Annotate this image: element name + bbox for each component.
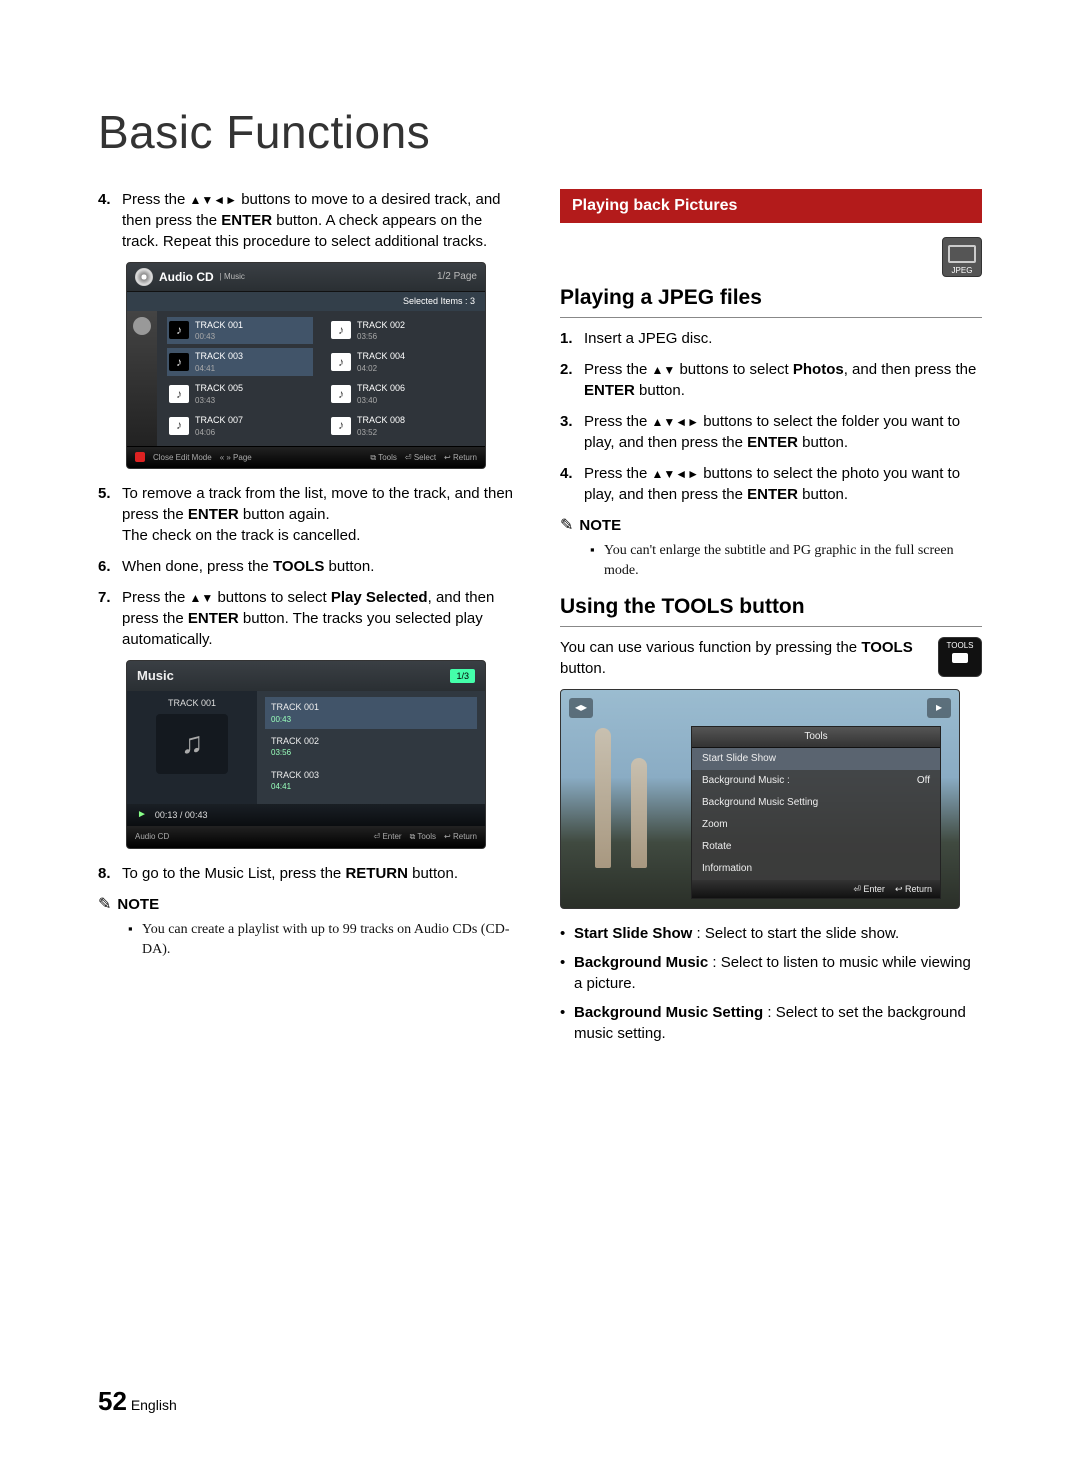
page-title: Basic Functions (98, 105, 982, 159)
ss2-tools: ⧉ Tools (410, 831, 436, 842)
r-step4: Press the ▲▼◄► buttons to select the pho… (584, 463, 982, 505)
ss1-tools: ⧉ Tools (370, 452, 396, 463)
step-number: 7. (98, 587, 122, 650)
minaret-graphic (595, 728, 611, 868)
music-note-icon: ♪ (331, 321, 351, 339)
r-step2: Press the ▲▼ buttons to select Photos, a… (584, 359, 982, 401)
ss1-selected-count: Selected Items : 3 (127, 292, 485, 311)
ss1-page: 1/2 Page (437, 270, 477, 284)
note-label: NOTE (579, 515, 621, 536)
bullet-slide-show: Start Slide Show : Select to start the s… (574, 923, 982, 944)
red-c-icon (135, 452, 145, 462)
tools-intro-text: You can use various function by pressing… (560, 637, 930, 679)
note-icon: ✎ (98, 894, 111, 916)
step-5-text: To remove a track from the list, move to… (122, 483, 520, 546)
playlist-item: TRACK 00304:41 (265, 765, 477, 797)
tools-menu-screenshot: ◂▸ ▸ Tools Start Slide ShowBackground Mu… (560, 689, 960, 909)
music-note-icon: ♪ (169, 353, 189, 371)
tools-menu-item: Background Music Setting (692, 792, 940, 814)
note-text: You can create a playlist with up to 99 … (142, 920, 520, 959)
note-text: You can't enlarge the subtitle and PG gr… (604, 541, 982, 580)
track-item: ♪TRACK 00603:40 (329, 380, 475, 408)
step-number: 6. (98, 556, 122, 577)
music-note-icon: ♪ (331, 385, 351, 403)
step-6-text: When done, press the TOOLS button. (122, 556, 520, 577)
tools-menu-item: Rotate (692, 836, 940, 858)
note-label: NOTE (117, 894, 159, 915)
ss1-return: ↩ Return (444, 452, 477, 463)
heading-jpeg: Playing a JPEG files (560, 283, 982, 317)
step-number: 4. (98, 189, 122, 252)
tools-panel-title: Tools (692, 727, 940, 748)
ss2-return: ↩ Return (444, 831, 477, 842)
tools-menu-item: Information (692, 858, 940, 880)
step-4-text: Press the ▲▼◄► buttons to move to a desi… (122, 189, 520, 252)
track-item: ♪TRACK 00503:43 (167, 380, 313, 408)
ss1-page-nav: « » Page (220, 452, 252, 463)
artist-icon (133, 317, 151, 335)
bullet-bg-music: Background Music : Select to listen to m… (574, 952, 982, 994)
ss2-now-playing: TRACK 001 (168, 697, 216, 710)
playlist-item: TRACK 00100:43 (265, 697, 477, 729)
ss2-time: 00:13 / 00:43 (155, 809, 208, 822)
section-band: Playing back Pictures (560, 189, 982, 223)
next-icon: ▸ (927, 698, 951, 718)
track-item: ♪TRACK 00803:52 (329, 412, 475, 440)
ss1-title: Audio CD (159, 269, 214, 286)
ss1-subtitle: | Music (220, 271, 245, 282)
jpeg-badge-icon: JPEG (942, 237, 982, 277)
prev-icon: ◂▸ (569, 698, 593, 718)
step-number: 1. (560, 328, 584, 349)
bullet-bg-music-setting: Background Music Setting : Select to set… (574, 1002, 982, 1044)
ss3-enter: ⏎ Enter (853, 883, 885, 896)
music-note-icon: ♪ (331, 417, 351, 435)
left-column: 4. Press the ▲▼◄► buttons to move to a d… (98, 189, 520, 1052)
tools-menu-item: Start Slide Show (692, 748, 940, 770)
music-note-icon: ♪ (169, 321, 189, 339)
step-number: 2. (560, 359, 584, 401)
track-item: ♪TRACK 00304:41 (167, 348, 313, 376)
ss2-page: 1/3 (450, 669, 475, 684)
tools-menu-item: Zoom (692, 814, 940, 836)
track-item: ♪TRACK 00100:43 (167, 317, 313, 345)
disc-icon (135, 268, 153, 286)
music-note-icon: ♫ (156, 714, 228, 774)
bullet-icon: ▪ (590, 541, 604, 580)
audio-cd-screenshot: Audio CD | Music 1/2 Page Selected Items… (126, 262, 486, 469)
music-note-icon: ♪ (331, 353, 351, 371)
ss2-enter: ⏎ Enter (374, 831, 402, 842)
track-item: ♪TRACK 00203:56 (329, 317, 475, 345)
step-8-text: To go to the Music List, press the RETUR… (122, 863, 520, 884)
ss1-select: ⏎ Select (405, 452, 436, 463)
tools-button-icon: TOOLS (938, 637, 982, 677)
step-number: 3. (560, 411, 584, 453)
page-footer: 52 English (98, 1386, 177, 1417)
ss2-title: Music (137, 667, 174, 685)
play-icon: ► (137, 808, 147, 822)
music-player-screenshot: Music 1/3 TRACK 001 ♫ TRACK 00100:43TRAC… (126, 660, 486, 849)
right-column: Playing back Pictures JPEG Playing a JPE… (560, 189, 982, 1052)
ss2-source: Audio CD (135, 831, 169, 842)
heading-tools: Using the TOOLS button (560, 592, 982, 626)
ss3-return: ↩ Return (895, 883, 932, 896)
music-note-icon: ♪ (169, 385, 189, 403)
minaret-graphic (631, 758, 647, 868)
r-step3: Press the ▲▼◄► buttons to select the fol… (584, 411, 982, 453)
note-icon: ✎ (560, 515, 573, 537)
ss1-close-edit: Close Edit Mode (153, 452, 212, 463)
step-number: 8. (98, 863, 122, 884)
step-7-text: Press the ▲▼ buttons to select Play Sele… (122, 587, 520, 650)
step-number: 5. (98, 483, 122, 546)
bullet-icon: ▪ (128, 920, 142, 959)
track-item: ♪TRACK 00704:06 (167, 412, 313, 440)
track-item: ♪TRACK 00404:02 (329, 348, 475, 376)
music-note-icon: ♪ (169, 417, 189, 435)
playlist-item: TRACK 00203:56 (265, 731, 477, 763)
tools-menu-item: Background Music :Off (692, 770, 940, 792)
r-step1: Insert a JPEG disc. (584, 328, 982, 349)
step-number: 4. (560, 463, 584, 505)
